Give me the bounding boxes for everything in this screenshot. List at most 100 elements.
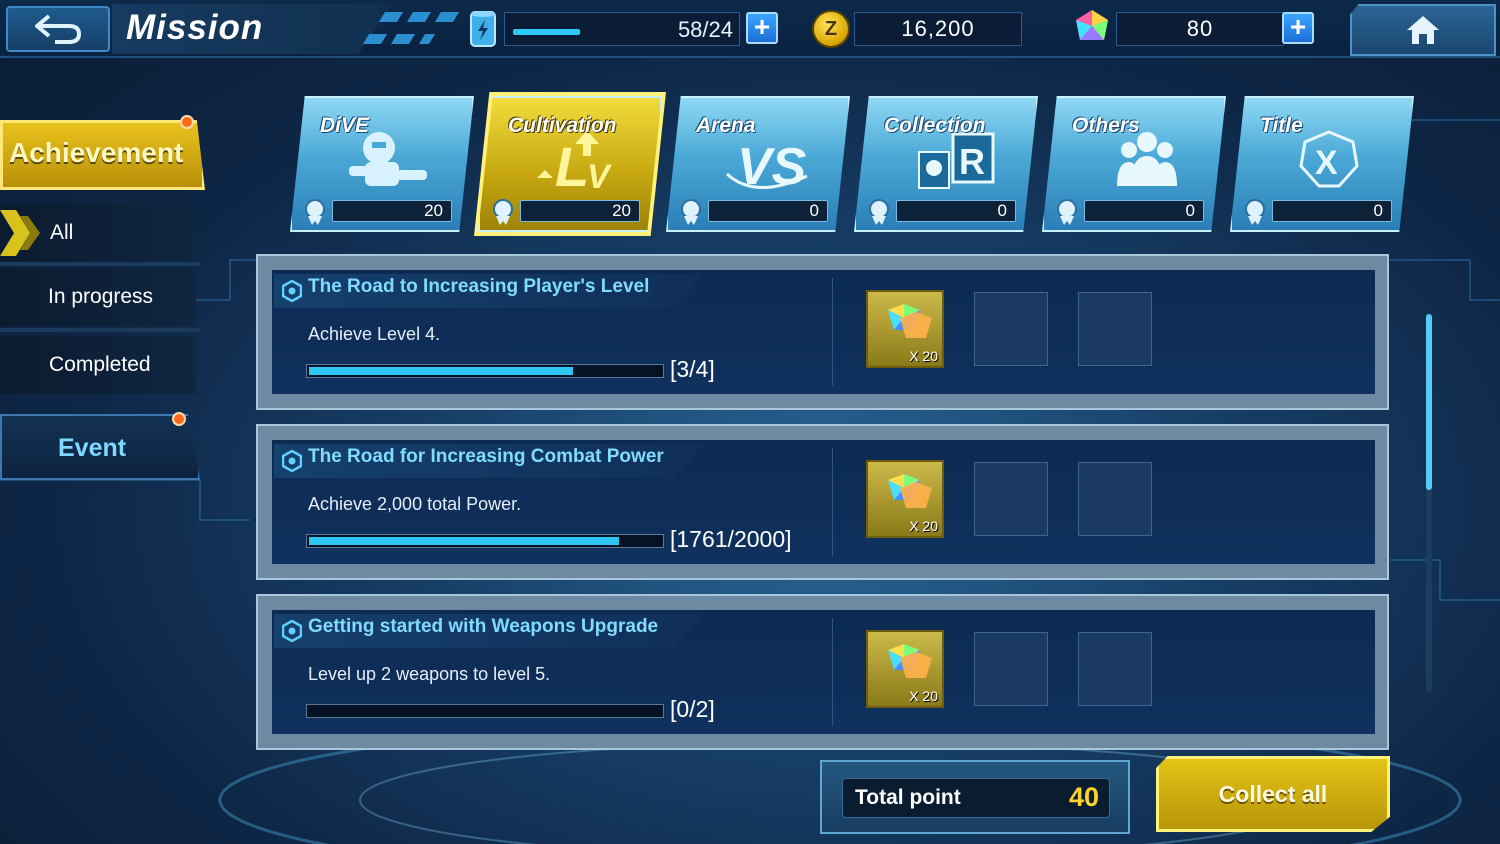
mission-progress-fill bbox=[309, 537, 619, 545]
page-title: Mission bbox=[126, 8, 264, 47]
divider bbox=[832, 448, 833, 556]
tab-achievement[interactable]: Achievement bbox=[0, 120, 205, 190]
category-count: 0 bbox=[1272, 200, 1392, 222]
zenny-coin-icon: Z bbox=[812, 10, 850, 48]
gem-icon bbox=[1076, 10, 1108, 40]
divider bbox=[832, 618, 833, 726]
reward-item[interactable]: X 20 bbox=[866, 460, 944, 538]
filter-completed-label: Completed bbox=[49, 353, 151, 376]
empty-reward-slot bbox=[1078, 632, 1152, 706]
category-count: 20 bbox=[520, 200, 640, 222]
gem-balance: 80 bbox=[1116, 12, 1284, 46]
divider bbox=[832, 278, 833, 386]
reward-item[interactable]: X 20 bbox=[866, 630, 944, 708]
mission-description: Achieve Level 4. bbox=[308, 324, 441, 344]
mission-title: The Road to Increasing Player's Level bbox=[308, 276, 650, 297]
scrollbar-thumb[interactable] bbox=[1426, 314, 1432, 490]
back-arrow-icon bbox=[35, 14, 82, 44]
mission-description: Achieve 2,000 total Power. bbox=[308, 494, 522, 514]
back-button[interactable] bbox=[6, 6, 110, 52]
empty-reward-slot bbox=[1078, 462, 1152, 536]
medal-icon bbox=[493, 199, 513, 225]
category-count: 20 bbox=[332, 200, 452, 222]
empty-reward-slot bbox=[974, 632, 1048, 706]
medal-icon bbox=[869, 199, 889, 225]
category-count: 0 bbox=[708, 200, 828, 222]
category-tab-dive[interactable]: DiVE 20 bbox=[290, 96, 474, 232]
category-tab-cultivation[interactable]: L V Cultivation 20 bbox=[474, 92, 666, 236]
category-label: Collection bbox=[884, 114, 986, 137]
svg-text:V: V bbox=[587, 158, 613, 194]
top-bar: Mission 58/24 + Z 16,200 80 + bbox=[0, 0, 1500, 58]
empty-reward-slot bbox=[1078, 292, 1152, 366]
category-label: Others bbox=[1072, 114, 1140, 137]
filter-all[interactable]: All bbox=[0, 204, 196, 262]
category-label: DiVE bbox=[320, 114, 370, 137]
category-tab-others[interactable]: Others 0 bbox=[1042, 96, 1226, 232]
filter-in-progress[interactable]: In progress bbox=[0, 268, 196, 326]
collect-all-button[interactable]: Collect all bbox=[1156, 756, 1390, 832]
plus-icon: + bbox=[1289, 11, 1307, 42]
plus-icon: + bbox=[753, 11, 771, 42]
category-tab-arena[interactable]: VS Arena 0 bbox=[666, 96, 850, 232]
mission-card: The Road for Increasing Combat Power Achi… bbox=[272, 440, 1375, 564]
category-count: 0 bbox=[896, 200, 1016, 222]
hexagon-bullet-icon bbox=[282, 620, 302, 642]
category-tab-collection[interactable]: R Collection 0 bbox=[854, 96, 1038, 232]
gem-icon bbox=[888, 644, 932, 678]
filter-all-label: All bbox=[50, 221, 74, 244]
reward-quantity: X 20 bbox=[909, 688, 938, 704]
mission-progress-text: [0/2] bbox=[670, 696, 715, 722]
energy-bar-fill bbox=[513, 29, 580, 35]
total-point-panel: Total point 40 bbox=[820, 760, 1130, 834]
add-gems-button[interactable]: + bbox=[1282, 12, 1314, 44]
notification-badge bbox=[172, 412, 186, 426]
divider bbox=[0, 328, 200, 332]
medal-icon bbox=[305, 199, 325, 225]
category-count: 0 bbox=[1084, 200, 1204, 222]
coin-balance: 16,200 bbox=[854, 12, 1022, 46]
reward-item[interactable]: X 20 bbox=[866, 290, 944, 368]
mission-row: Getting started with Weapons Upgrade Leve… bbox=[256, 594, 1389, 750]
add-energy-button[interactable]: + bbox=[746, 12, 778, 44]
tab-event-label: Event bbox=[58, 434, 127, 462]
category-label: Title bbox=[1260, 114, 1303, 137]
empty-reward-slot bbox=[974, 462, 1048, 536]
category-label: Arena bbox=[696, 114, 756, 137]
total-point-value: 40 bbox=[1068, 782, 1099, 812]
energy-meter: 58/24 bbox=[504, 12, 740, 46]
mission-row: The Road for Increasing Combat Power Achi… bbox=[256, 424, 1389, 580]
medal-icon bbox=[1245, 199, 1265, 225]
total-point-box: Total point 40 bbox=[842, 778, 1110, 818]
home-icon bbox=[1407, 16, 1439, 44]
tab-event[interactable]: Event bbox=[0, 414, 200, 480]
reward-quantity: X 20 bbox=[909, 518, 938, 534]
gem-icon bbox=[888, 474, 932, 508]
mission-progress-text: [3/4] bbox=[670, 356, 715, 382]
mission-progress-bar bbox=[306, 534, 664, 548]
mission-progress-fill bbox=[309, 367, 573, 375]
medal-icon bbox=[681, 199, 701, 225]
mission-progress-bar bbox=[306, 704, 664, 718]
tab-achievement-label: Achievement bbox=[9, 137, 184, 168]
svg-text:X: X bbox=[1315, 144, 1338, 182]
mission-row: The Road to Increasing Player's Level Ach… bbox=[256, 254, 1389, 410]
filter-in-progress-label: In progress bbox=[48, 285, 154, 308]
mission-title: Getting started with Weapons Upgrade bbox=[308, 616, 659, 637]
energy-value: 58/24 bbox=[677, 17, 733, 42]
header-decoration bbox=[363, 12, 459, 44]
divider bbox=[0, 262, 200, 266]
gem-icon bbox=[888, 304, 932, 338]
mission-progress-bar bbox=[306, 364, 664, 378]
medal-icon bbox=[1057, 199, 1077, 225]
category-label: Cultivation bbox=[508, 114, 617, 137]
filter-completed[interactable]: Completed bbox=[0, 336, 196, 394]
total-point-label: Total point bbox=[855, 786, 961, 809]
collect-all-label: Collect all bbox=[1218, 781, 1328, 807]
scrollbar[interactable] bbox=[1426, 314, 1432, 692]
mission-card: The Road to Increasing Player's Level Ach… bbox=[272, 270, 1375, 394]
home-button[interactable] bbox=[1350, 4, 1496, 56]
category-tab-title[interactable]: X Title 0 bbox=[1230, 96, 1414, 232]
svg-text:R: R bbox=[959, 141, 985, 182]
chevron-right-icon bbox=[0, 210, 40, 256]
